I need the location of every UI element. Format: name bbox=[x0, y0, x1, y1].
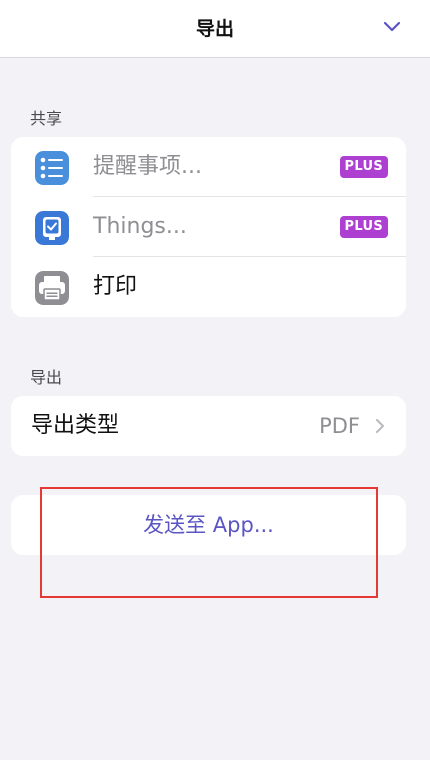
export-type-row[interactable]: 导出类型 PDF bbox=[11, 396, 406, 456]
send-to-app-button[interactable]: 发送至 App... bbox=[11, 495, 406, 555]
plus-badge: PLUS bbox=[339, 156, 388, 178]
export-section-label: 导出 bbox=[30, 368, 63, 387]
printer-icon bbox=[35, 271, 69, 305]
share-item-things[interactable]: Things... PLUS bbox=[11, 197, 406, 257]
share-item-reminders[interactable]: 提醒事项... PLUS bbox=[11, 137, 406, 197]
share-item-print-label: 打印 bbox=[93, 274, 138, 299]
reminders-icon bbox=[35, 151, 69, 185]
chevron-down-icon[interactable] bbox=[380, 14, 404, 38]
header-title: 导出 bbox=[195, 18, 234, 40]
things-icon bbox=[35, 211, 69, 245]
export-card: 导出类型 PDF bbox=[11, 396, 406, 456]
plus-badge: PLUS bbox=[339, 216, 388, 238]
share-item-reminders-label: 提醒事项... bbox=[93, 154, 202, 179]
share-section-label: 共享 bbox=[30, 109, 63, 128]
share-item-print[interactable]: 打印 bbox=[11, 257, 406, 317]
export-type-value: PDF bbox=[319, 414, 360, 438]
share-item-things-label: Things... bbox=[93, 214, 187, 239]
chevron-right-icon bbox=[376, 419, 384, 433]
header-bar: 导出 bbox=[0, 0, 430, 58]
share-card: 提醒事项... PLUS Things... PLUS 打印 bbox=[11, 137, 406, 317]
send-card: 发送至 App... bbox=[11, 495, 406, 555]
export-type-label: 导出类型 bbox=[31, 413, 120, 438]
